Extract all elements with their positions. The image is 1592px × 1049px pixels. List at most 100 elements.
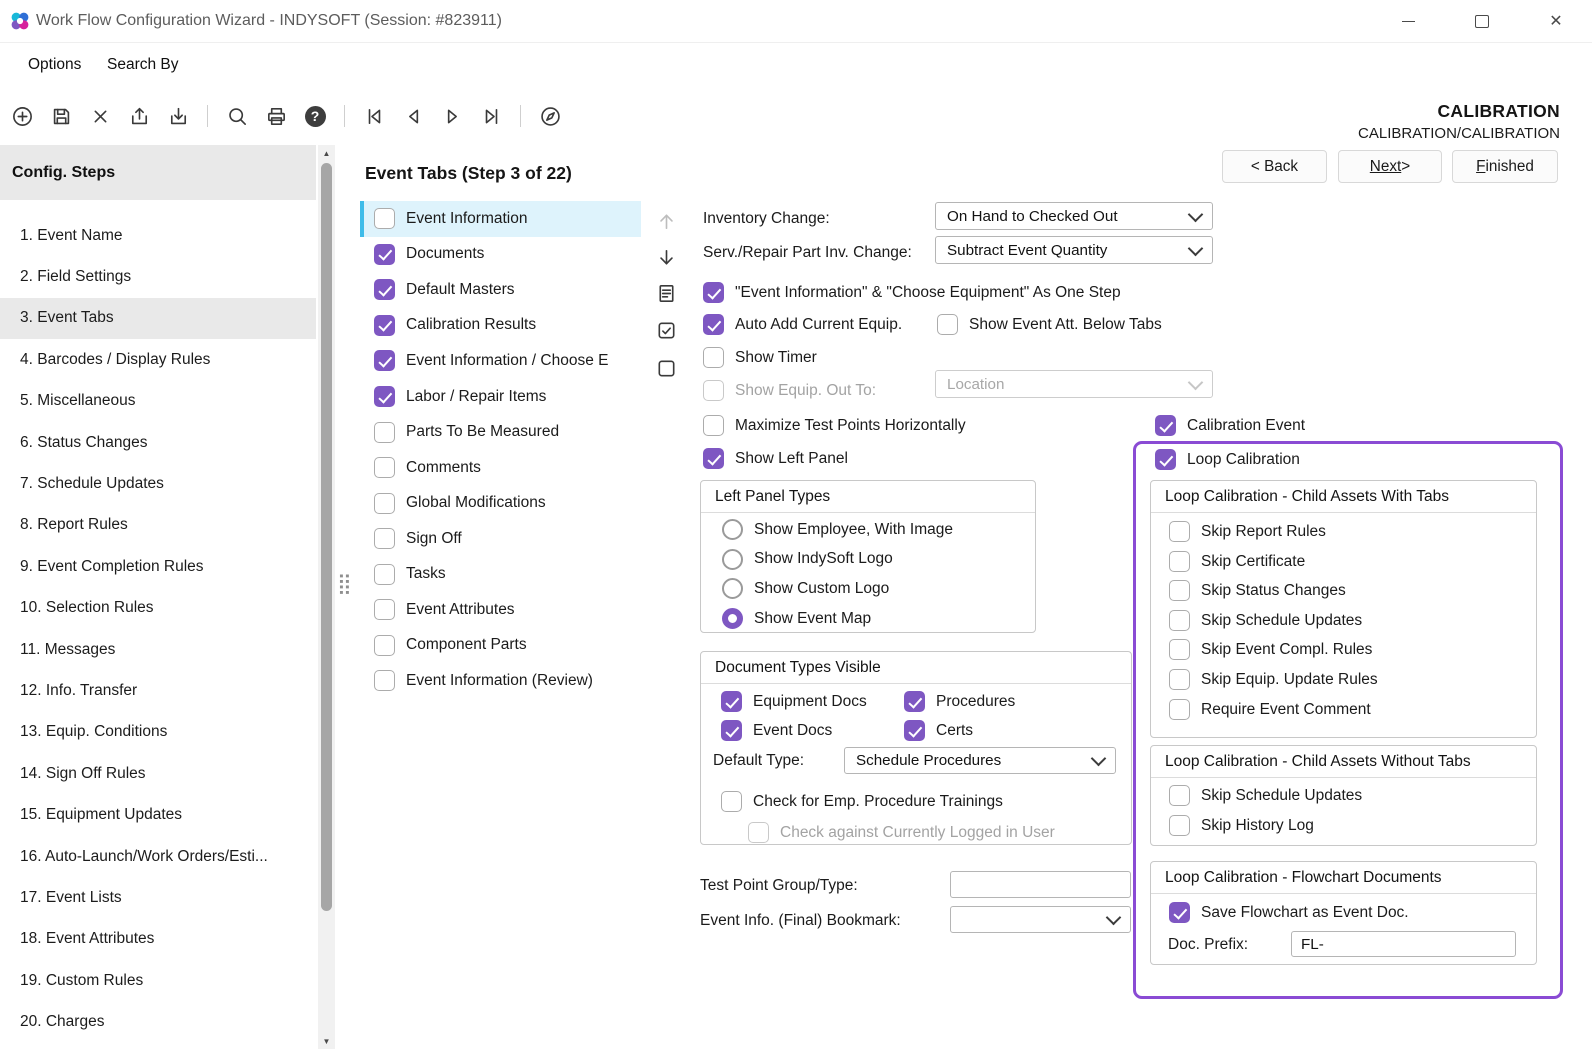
checkbox-show-timer[interactable]: Show Timer xyxy=(703,345,817,370)
navigate-button[interactable] xyxy=(537,103,563,129)
event-tab-tasks[interactable]: Tasks xyxy=(360,556,641,592)
uncheck-all-button[interactable] xyxy=(653,355,679,381)
checkbox-icon[interactable] xyxy=(374,244,395,265)
checkbox-icon[interactable] xyxy=(374,564,395,585)
checkbox-event-docs[interactable]: Event Docs xyxy=(721,718,832,743)
sidebar-item-event-completion-rules[interactable]: 9. Event Completion Rules xyxy=(0,546,316,587)
event-tab-documents[interactable]: Documents xyxy=(360,237,641,273)
finished-button[interactable]: Finished xyxy=(1452,150,1558,183)
checkbox-icon[interactable] xyxy=(374,315,395,336)
checkbox-icon[interactable] xyxy=(703,380,724,401)
radio-show-custom-logo[interactable]: Show Custom Logo xyxy=(701,574,1035,604)
radio-icon[interactable] xyxy=(722,549,743,570)
scroll-down-icon[interactable]: ▼ xyxy=(318,1033,335,1049)
event-tab-event-information[interactable]: Event Information xyxy=(360,201,641,237)
checkbox-icon[interactable] xyxy=(703,314,724,335)
minimize-button[interactable] xyxy=(1385,0,1431,42)
checkbox-icon[interactable] xyxy=(937,314,958,335)
next-record-button[interactable] xyxy=(439,103,465,129)
sidebar-item-miscellaneous[interactable]: 5. Miscellaneous xyxy=(0,381,316,422)
back-button[interactable]: < Back xyxy=(1222,150,1327,183)
checkbox-show-equip-out-to[interactable]: Show Equip. Out To: xyxy=(703,378,876,403)
checkbox-icon[interactable] xyxy=(904,691,925,712)
move-tab-down-button[interactable] xyxy=(653,244,679,270)
checkbox-icon[interactable] xyxy=(1169,785,1190,806)
checkbox-icon[interactable] xyxy=(374,670,395,691)
checkbox-icon[interactable] xyxy=(374,457,395,478)
sidebar-item-info-transfer[interactable]: 12. Info. Transfer xyxy=(0,670,316,711)
event-tab-component-parts[interactable]: Component Parts xyxy=(360,628,641,664)
checkbox-icon[interactable] xyxy=(374,208,395,229)
menu-options[interactable]: Options xyxy=(28,56,81,74)
event-tab-sign-off[interactable]: Sign Off xyxy=(360,521,641,557)
event-tab-global-modifications[interactable]: Global Modifications xyxy=(360,485,641,521)
checkbox-skip-event-compl-rules[interactable]: Skip Event Compl. Rules xyxy=(1169,637,1372,662)
checkbox-icon[interactable] xyxy=(703,282,724,303)
checkbox-certs[interactable]: Certs xyxy=(904,718,973,743)
checkbox-check-emp-procedure-trainings[interactable]: Check for Emp. Procedure Trainings xyxy=(721,789,1003,814)
checkbox-skip-schedule-updates[interactable]: Skip Schedule Updates xyxy=(1169,608,1362,633)
search-button[interactable] xyxy=(224,103,250,129)
checkbox-icon[interactable] xyxy=(721,791,742,812)
first-record-button[interactable] xyxy=(361,103,387,129)
checkbox-save-flowchart-event-doc[interactable]: Save Flowchart as Event Doc. xyxy=(1169,900,1409,925)
inventory-change-select[interactable]: On Hand to Checked Out xyxy=(935,202,1213,230)
tab-details-button[interactable] xyxy=(653,280,679,306)
checkbox-icon[interactable] xyxy=(1169,699,1190,720)
scroll-up-icon[interactable]: ▲ xyxy=(318,145,335,161)
checkbox-show-event-att-below-tabs[interactable]: Show Event Att. Below Tabs xyxy=(937,312,1162,337)
sidebar-item-field-settings[interactable]: 2. Field Settings xyxy=(0,256,316,297)
checkbox-show-left-panel[interactable]: Show Left Panel xyxy=(703,446,848,471)
sidebar-item-barcodes-display-rules[interactable]: 4. Barcodes / Display Rules xyxy=(0,339,316,380)
save-button[interactable] xyxy=(48,103,74,129)
checkbox-icon[interactable] xyxy=(374,635,395,656)
radio-show-event-map[interactable]: Show Event Map xyxy=(701,604,1035,634)
checkbox-icon[interactable] xyxy=(1169,815,1190,836)
checkbox-icon[interactable] xyxy=(1169,521,1190,542)
checkbox-icon[interactable] xyxy=(1169,902,1190,923)
sidebar-item-auto-launch[interactable]: 16. Auto-Launch/Work Orders/Esti... xyxy=(0,836,316,877)
event-tab-event-information-review[interactable]: Event Information (Review) xyxy=(360,663,641,699)
checkbox-icon[interactable] xyxy=(1155,449,1176,470)
checkbox-icon[interactable] xyxy=(703,448,724,469)
event-tab-parts-to-be-measured[interactable]: Parts To Be Measured xyxy=(360,414,641,450)
checkbox-icon[interactable] xyxy=(721,691,742,712)
checkbox-skip-schedule-updates-2[interactable]: Skip Schedule Updates xyxy=(1169,783,1362,808)
checkbox-icon[interactable] xyxy=(703,415,724,436)
add-button[interactable] xyxy=(9,103,35,129)
sidebar-item-event-lists[interactable]: 17. Event Lists xyxy=(0,877,316,918)
checkbox-icon[interactable] xyxy=(374,350,395,371)
checkbox-calibration-event[interactable]: Calibration Event xyxy=(1155,413,1305,438)
checkbox-equipment-docs[interactable]: Equipment Docs xyxy=(721,689,867,714)
sidebar-item-event-attributes[interactable]: 18. Event Attributes xyxy=(0,919,316,960)
checkbox-loop-calibration[interactable]: Loop Calibration xyxy=(1155,447,1300,472)
checkbox-auto-add-current-equip[interactable]: Auto Add Current Equip. xyxy=(703,312,902,337)
checkbox-maximize-test-points[interactable]: Maximize Test Points Horizontally xyxy=(703,413,966,438)
scrollbar-thumb[interactable] xyxy=(321,163,332,911)
event-tab-calibration-results[interactable]: Calibration Results xyxy=(360,308,641,344)
default-type-select[interactable]: Schedule Procedures xyxy=(844,747,1116,774)
next-button[interactable]: Next > xyxy=(1338,150,1442,183)
sidebar-item-status-changes[interactable]: 6. Status Changes xyxy=(0,422,316,463)
checkbox-icon[interactable] xyxy=(1169,551,1190,572)
radio-icon[interactable] xyxy=(722,578,743,599)
event-tab-labor-repair-items[interactable]: Labor / Repair Items xyxy=(360,379,641,415)
sidebar-item-custom-rules[interactable]: 19. Custom Rules xyxy=(0,960,316,1001)
check-all-button[interactable] xyxy=(653,317,679,343)
maximize-button[interactable] xyxy=(1459,0,1505,42)
checkbox-icon[interactable] xyxy=(1169,610,1190,631)
sidebar-item-schedule-updates[interactable]: 7. Schedule Updates xyxy=(0,463,316,504)
checkbox-icon[interactable] xyxy=(1169,580,1190,601)
doc-prefix-input[interactable] xyxy=(1291,931,1516,957)
last-record-button[interactable] xyxy=(478,103,504,129)
checkbox-icon[interactable] xyxy=(1155,415,1176,436)
checkbox-procedures[interactable]: Procedures xyxy=(904,689,1015,714)
previous-record-button[interactable] xyxy=(400,103,426,129)
help-button[interactable]: ? xyxy=(302,103,328,129)
event-tab-event-attributes[interactable]: Event Attributes xyxy=(360,592,641,628)
checkbox-skip-certificate[interactable]: Skip Certificate xyxy=(1169,549,1305,574)
move-tab-up-button[interactable] xyxy=(653,208,679,234)
checkbox-icon[interactable] xyxy=(374,493,395,514)
delete-button[interactable] xyxy=(87,103,113,129)
sidebar-item-equipment-updates[interactable]: 15. Equipment Updates xyxy=(0,794,316,835)
